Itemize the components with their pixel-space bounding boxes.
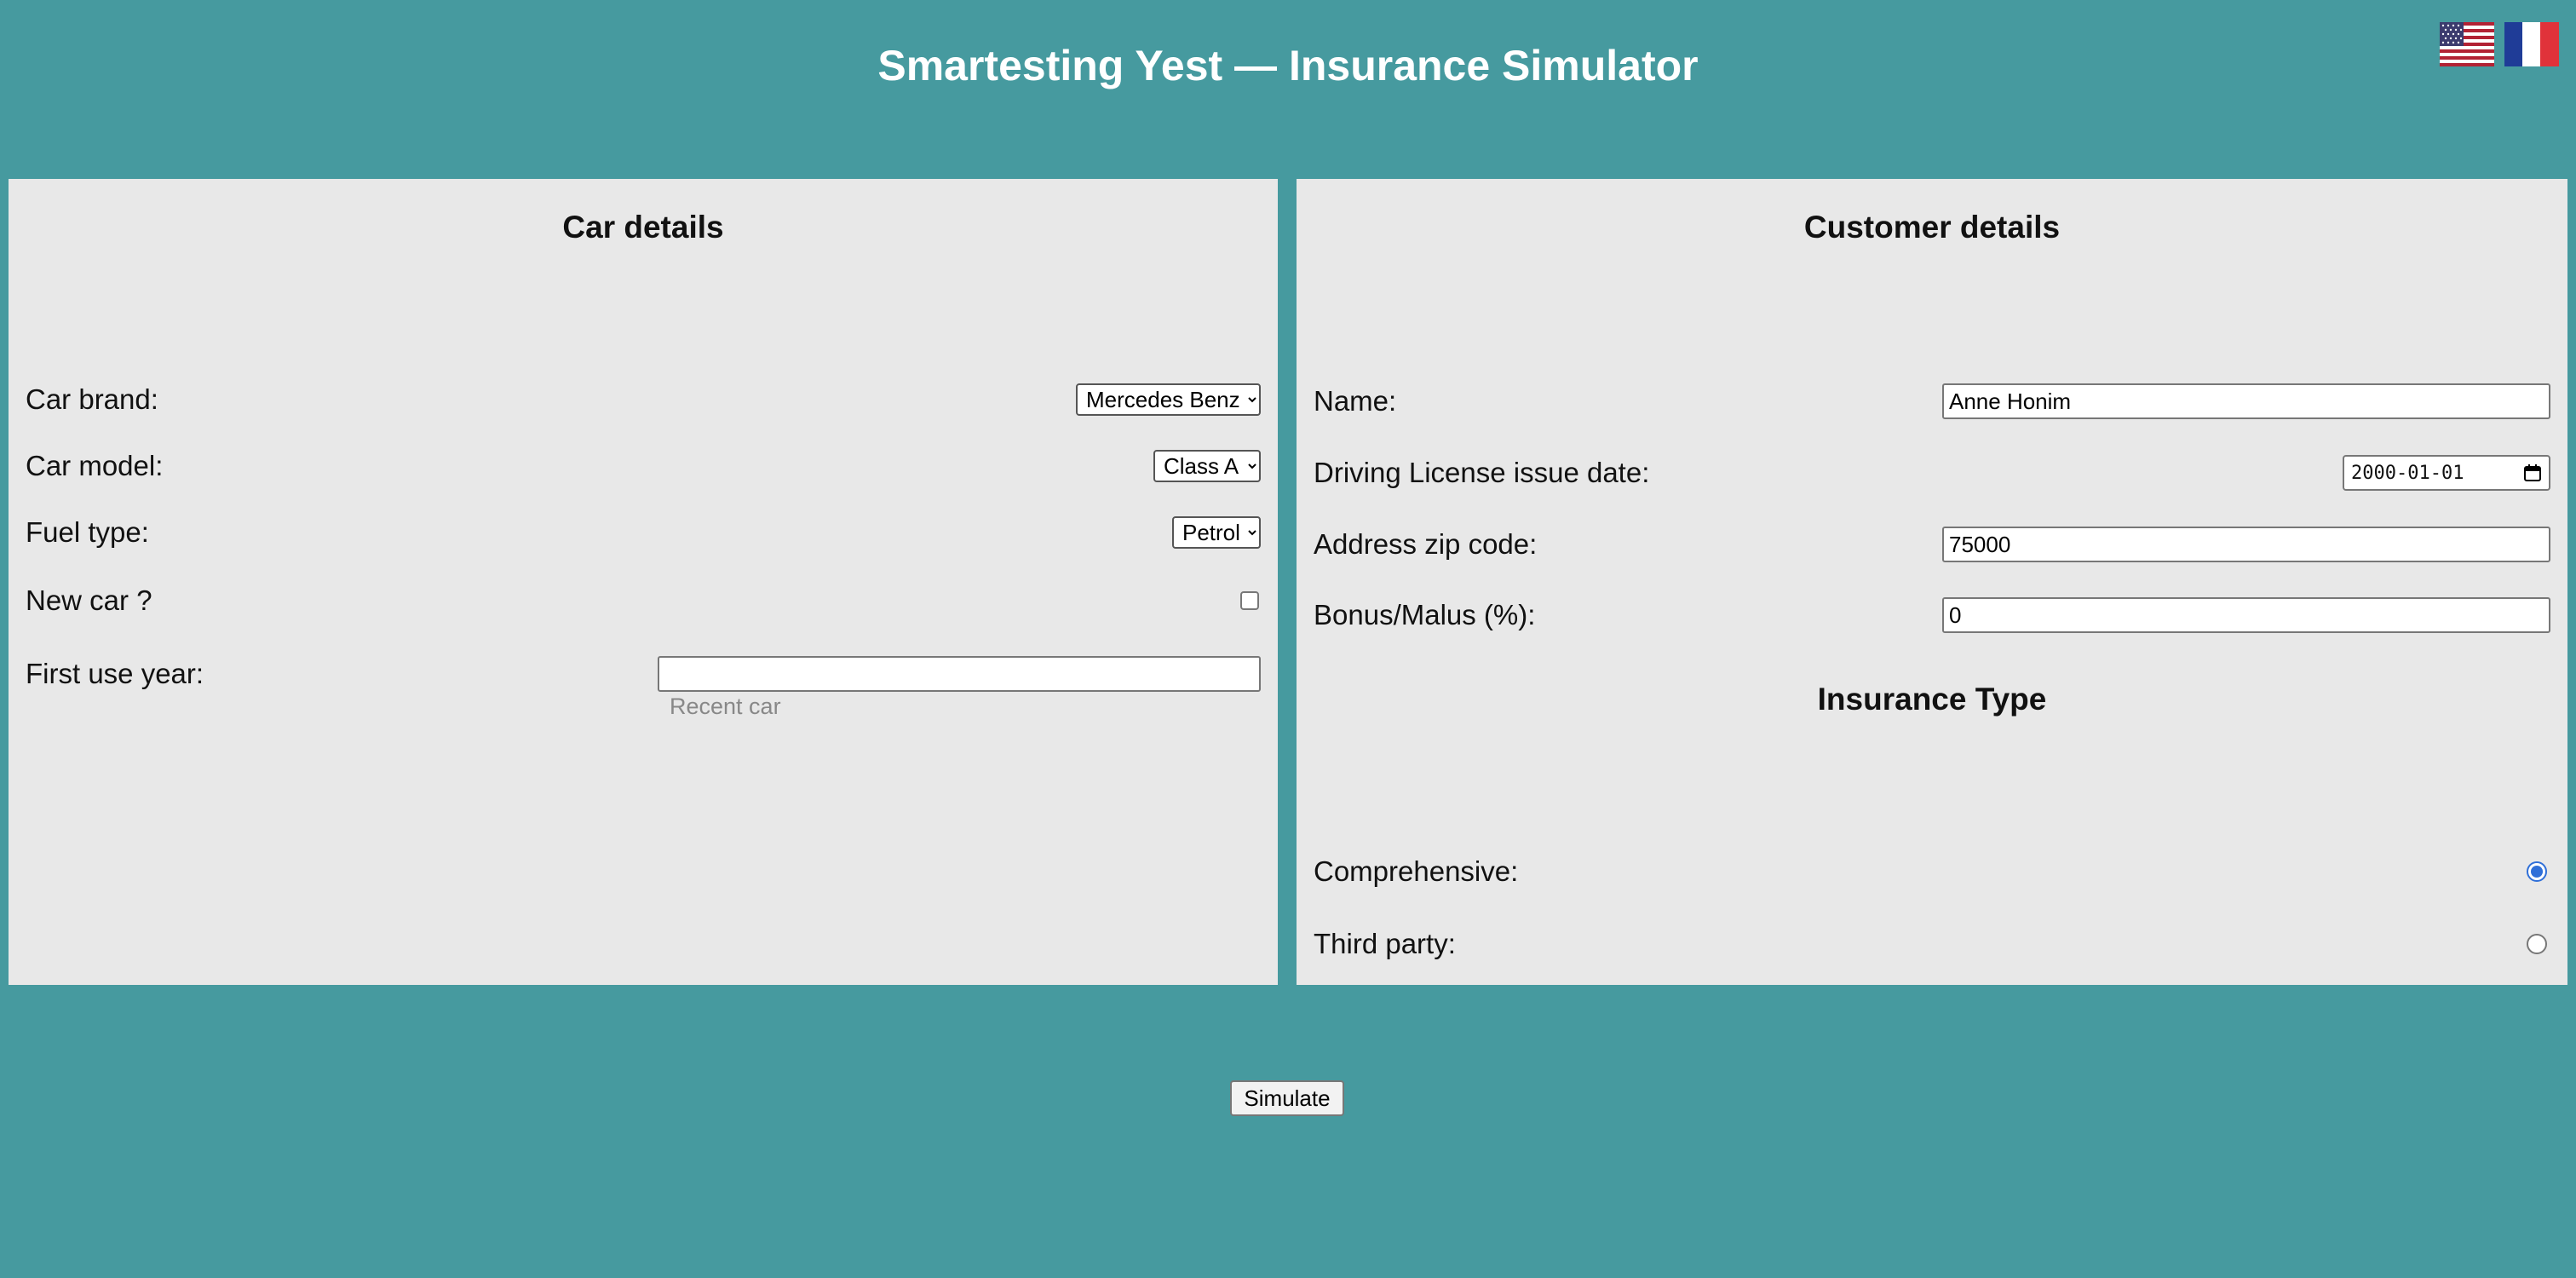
page-title: Smartesting Yest — Insurance Simulator — [877, 42, 1699, 89]
customer-details-title: Customer details — [1803, 210, 2061, 245]
third-party-radio[interactable] — [2527, 934, 2547, 954]
car-brand-select[interactable]: Mercedes Benz — [1076, 383, 1261, 416]
zip-input[interactable] — [1942, 527, 2550, 562]
simulate-button[interactable]: Simulate — [1230, 1080, 1344, 1116]
new-car-row: New car ? — [26, 584, 1261, 617]
license-date-value: 2000-01-01 — [2351, 462, 2464, 484]
license-date-row: Driving License issue date: 2000-01-01 — [1314, 455, 2550, 491]
language-switcher — [2440, 22, 2559, 66]
comprehensive-row: Comprehensive: — [1314, 855, 2550, 888]
first-use-year-row: First use year: — [26, 656, 1261, 692]
name-input[interactable] — [1942, 383, 2550, 419]
license-date-input[interactable]: 2000-01-01 — [2343, 455, 2550, 491]
car-model-row: Car model: Class A — [26, 450, 1261, 482]
third-party-label: Third party: — [1314, 928, 1456, 959]
fr-flag-icon[interactable] — [2504, 22, 2559, 66]
us-flag-icon[interactable] — [2440, 22, 2494, 66]
new-car-checkbox[interactable] — [1240, 591, 1259, 610]
new-car-label: New car ? — [26, 584, 152, 616]
car-model-label: Car model: — [26, 450, 164, 481]
calendar-icon[interactable] — [2523, 463, 2542, 482]
car-details-panel: Car details Car brand: Mercedes Benz Car… — [9, 179, 1278, 985]
comprehensive-radio[interactable] — [2527, 861, 2547, 882]
car-model-select[interactable]: Class A — [1153, 450, 1261, 482]
zip-row: Address zip code: — [1314, 527, 2550, 562]
bonus-malus-label: Bonus/Malus (%): — [1314, 599, 1536, 630]
name-label: Name: — [1314, 385, 1397, 417]
insurance-type-title: Insurance Type — [1817, 682, 2047, 717]
first-use-year-input[interactable] — [658, 656, 1261, 692]
first-use-year-label: First use year: — [26, 658, 204, 689]
car-brand-row: Car brand: Mercedes Benz — [26, 383, 1261, 416]
car-details-title: Car details — [562, 210, 724, 245]
third-party-row: Third party: — [1314, 928, 2550, 960]
customer-details-panel: Customer details Name: Driving License i… — [1297, 179, 2567, 985]
fuel-type-select[interactable]: Petrol — [1172, 516, 1261, 549]
fuel-type-label: Fuel type: — [26, 516, 149, 548]
zip-label: Address zip code: — [1314, 528, 1538, 560]
bonus-malus-input[interactable] — [1942, 597, 2550, 633]
license-date-label: Driving License issue date: — [1314, 457, 1650, 488]
fuel-type-row: Fuel type: Petrol — [26, 516, 1261, 549]
comprehensive-label: Comprehensive: — [1314, 855, 1519, 887]
first-use-year-helper: Recent car — [670, 694, 781, 719]
car-brand-label: Car brand: — [26, 383, 158, 415]
name-row: Name: — [1314, 383, 2550, 419]
bonus-malus-row: Bonus/Malus (%): — [1314, 597, 2550, 633]
